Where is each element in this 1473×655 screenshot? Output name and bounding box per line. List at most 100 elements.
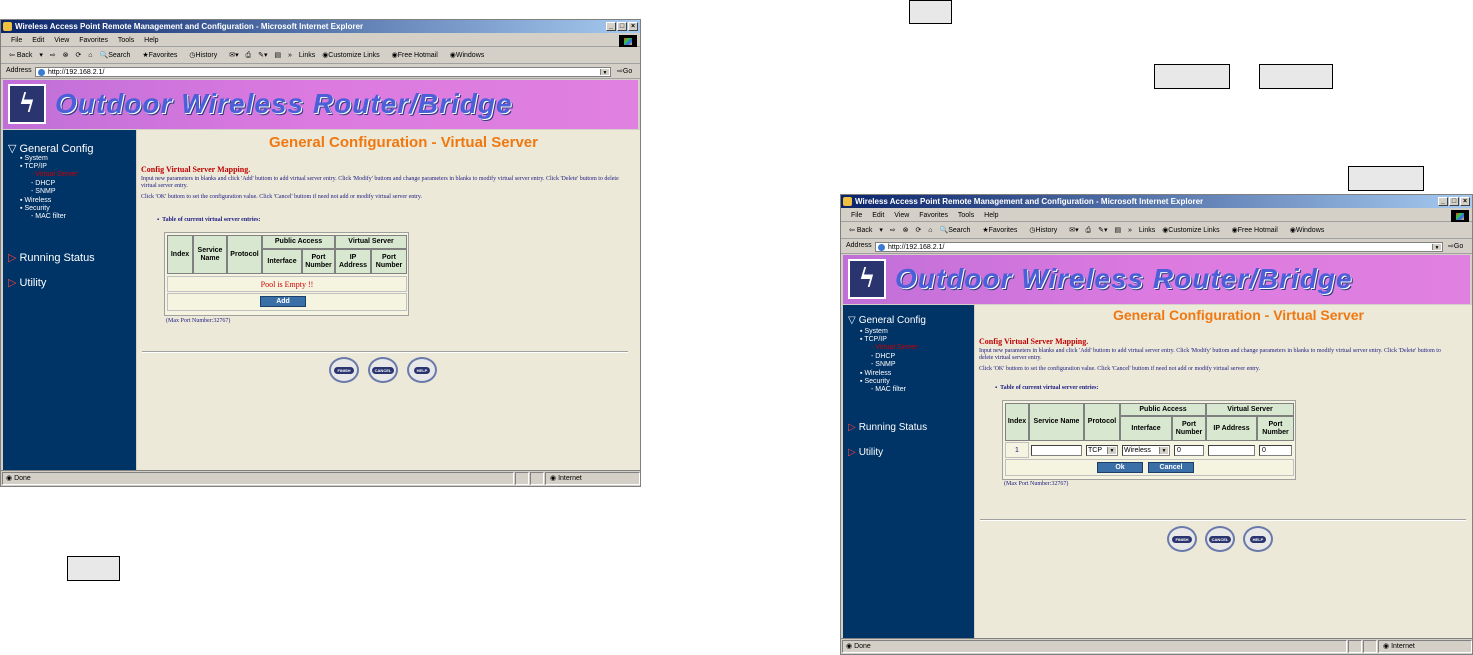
blank-button-top[interactable] [909, 0, 952, 24]
print-icon[interactable]: ⎙ [1086, 227, 1092, 234]
history-button[interactable]: ◷History [189, 52, 222, 59]
link-hotmail[interactable]: ◉Free Hotmail [392, 52, 443, 59]
help-button[interactable]: HELP [407, 357, 437, 383]
address-input[interactable]: http://192.168.2.1/ ▼ [875, 242, 1443, 252]
go-button[interactable]: ⇨Go [617, 67, 632, 75]
address-input[interactable]: http://192.168.2.1/ ▼ [35, 67, 611, 77]
menu-edit[interactable]: Edit [32, 37, 44, 44]
header-virtual-server: Virtual Server [1206, 403, 1294, 416]
link-customize[interactable]: ◉Customize Links [322, 52, 384, 59]
menu-tools[interactable]: Tools [118, 37, 134, 44]
menu-favorites[interactable]: Favorites [919, 212, 948, 219]
edit-icon[interactable]: ✎▾ [1098, 227, 1107, 234]
discuss-icon[interactable]: ▤ [1114, 227, 1121, 234]
ok-button[interactable]: Ok [1097, 462, 1143, 473]
ip-address-input[interactable] [1208, 445, 1255, 456]
maximize-icon[interactable]: □ [617, 22, 627, 31]
edit-icon[interactable]: ✎▾ [258, 52, 267, 59]
protocol-select[interactable]: TCP ▼ [1086, 445, 1118, 456]
search-button[interactable]: 🔍Search [99, 52, 135, 59]
public-port-input[interactable]: 0 [1174, 445, 1204, 456]
nav-running-status[interactable]: ▷ Running Status [8, 251, 95, 264]
nav-utility-label: Utility [19, 277, 47, 289]
mail-icon[interactable]: ✉▾ [229, 52, 238, 59]
interface-select[interactable]: Wireless ▼ [1122, 445, 1170, 456]
link-hotmail[interactable]: ◉Free Hotmail [1232, 227, 1283, 234]
stop-icon[interactable]: ⊗ [903, 227, 909, 234]
nav-mac-filter[interactable]: - MAC filter [871, 386, 906, 393]
back-button[interactable]: ⇦ Back ▾ [849, 227, 883, 234]
nav-general-config[interactable]: ▽ General Config [848, 315, 926, 326]
nav-tcpip[interactable]: ▪ TCP/IP [860, 336, 887, 343]
nav-system[interactable]: ▪ System [20, 155, 48, 162]
cancel-button[interactable]: Cancel [1148, 462, 1194, 473]
more-icon[interactable]: » [1128, 227, 1132, 234]
back-button[interactable]: ⇦ Back ▾ [9, 52, 43, 59]
nav-virtual-server[interactable]: - Virtual Server [871, 344, 918, 351]
nav-system[interactable]: ▪ System [860, 328, 888, 335]
close-icon[interactable]: × [628, 22, 638, 31]
refresh-icon[interactable]: ⟳ [75, 52, 81, 59]
go-button[interactable]: ⇨Go [1448, 242, 1463, 250]
menu-favorites[interactable]: Favorites [79, 37, 108, 44]
home-icon[interactable]: ⌂ [928, 227, 932, 234]
favorites-button[interactable]: ★Favorites [982, 227, 1022, 234]
link-windows[interactable]: ◉Windows [450, 52, 490, 59]
finish-button[interactable]: FINISH [1167, 526, 1197, 552]
nav-mac-filter[interactable]: - MAC filter [31, 213, 66, 220]
help-button[interactable]: HELP [1243, 526, 1273, 552]
link-windows[interactable]: ◉Windows [1290, 227, 1330, 234]
nav-general-config[interactable]: ▽ General Config [8, 142, 93, 155]
blank-button-middle-right[interactable] [1259, 64, 1333, 89]
minimize-icon[interactable]: _ [1438, 197, 1448, 206]
stop-icon[interactable]: ⊗ [63, 52, 69, 59]
virtual-port-input[interactable]: 0 [1259, 445, 1292, 456]
search-button[interactable]: 🔍Search [939, 227, 975, 234]
nav-virtual-server[interactable]: - Virtual Server [31, 171, 78, 178]
print-icon[interactable]: ⎙ [246, 52, 252, 59]
nav-running-status[interactable]: ▷ Running Status [848, 422, 927, 433]
blank-button-bottom-left[interactable] [67, 556, 120, 581]
menu-tools[interactable]: Tools [958, 212, 974, 219]
more-icon[interactable]: » [288, 52, 292, 59]
nav-snmp[interactable]: - SNMP [31, 188, 56, 195]
forward-icon[interactable]: ⇨ [50, 52, 56, 59]
menu-view[interactable]: View [894, 212, 909, 219]
nav-dhcp[interactable]: - DHCP [871, 353, 895, 360]
link-customize[interactable]: ◉Customize Links [1162, 227, 1224, 234]
forward-icon[interactable]: ⇨ [890, 227, 896, 234]
address-dropdown-icon[interactable]: ▼ [1432, 244, 1441, 251]
cancel-round-button[interactable]: CANCEL [368, 357, 398, 383]
blank-button-right[interactable] [1348, 166, 1424, 191]
finish-button[interactable]: FINISH [329, 357, 359, 383]
address-dropdown-icon[interactable]: ▼ [600, 69, 609, 76]
menu-help[interactable]: Help [144, 37, 158, 44]
menu-view[interactable]: View [54, 37, 69, 44]
nav-security[interactable]: ▪ Security [20, 205, 50, 212]
menu-edit[interactable]: Edit [872, 212, 884, 219]
maximize-icon[interactable]: □ [1449, 197, 1459, 206]
mail-icon[interactable]: ✉▾ [1069, 227, 1078, 234]
nav-utility[interactable]: ▷ Utility [848, 447, 883, 458]
nav-wireless[interactable]: ▪ Wireless [860, 370, 891, 377]
service-name-input[interactable] [1031, 445, 1082, 456]
minimize-icon[interactable]: _ [606, 22, 616, 31]
history-button[interactable]: ◷History [1029, 227, 1062, 234]
close-icon[interactable]: × [1460, 197, 1470, 206]
discuss-icon[interactable]: ▤ [274, 52, 281, 59]
home-icon[interactable]: ⌂ [88, 52, 92, 59]
menu-file[interactable]: File [11, 37, 22, 44]
add-button[interactable]: Add [260, 296, 306, 307]
nav-security[interactable]: ▪ Security [860, 378, 890, 385]
nav-snmp[interactable]: - SNMP [871, 361, 896, 368]
nav-dhcp[interactable]: - DHCP [31, 180, 55, 187]
favorites-button[interactable]: ★Favorites [142, 52, 182, 59]
refresh-icon[interactable]: ⟳ [915, 227, 921, 234]
nav-tcpip[interactable]: ▪ TCP/IP [20, 163, 47, 170]
cancel-round-button[interactable]: CANCEL [1205, 526, 1235, 552]
nav-utility[interactable]: ▷ Utility [8, 276, 46, 289]
menu-help[interactable]: Help [984, 212, 998, 219]
menu-file[interactable]: File [851, 212, 862, 219]
blank-button-middle-left[interactable] [1154, 64, 1230, 89]
nav-wireless[interactable]: ▪ Wireless [20, 197, 51, 204]
